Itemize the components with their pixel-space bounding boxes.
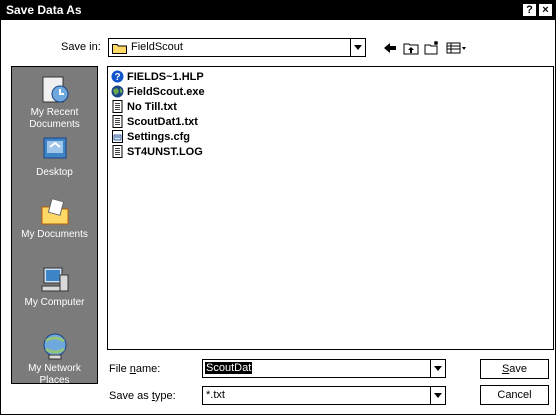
file-name-label: File name: bbox=[109, 363, 160, 375]
view-menu-icon[interactable] bbox=[446, 41, 468, 55]
label-part: ype: bbox=[154, 390, 176, 402]
save-in-value: FieldScout bbox=[131, 41, 183, 53]
label-part: File bbox=[109, 363, 130, 375]
label-part: ame: bbox=[135, 363, 161, 375]
svg-text:?: ? bbox=[114, 72, 120, 83]
network-places-icon bbox=[43, 333, 66, 360]
list-item[interactable]: ? FIELDS~1.HLP bbox=[111, 70, 204, 84]
chevron-down-icon[interactable] bbox=[350, 39, 365, 56]
save-in-label: Save in: bbox=[61, 41, 101, 53]
file-name-field[interactable]: ScoutDat bbox=[202, 359, 446, 378]
close-button[interactable]: × bbox=[538, 3, 553, 17]
place-desktop[interactable]: Desktop bbox=[12, 135, 97, 179]
list-item[interactable]: Settings.cfg bbox=[111, 130, 190, 144]
cancel-button[interactable]: Cancel bbox=[480, 385, 549, 405]
app-globe-icon bbox=[111, 85, 124, 98]
place-label: My Recent Documents bbox=[29, 107, 80, 130]
file-name: FieldScout.exe bbox=[127, 86, 205, 98]
chevron-down-icon[interactable] bbox=[430, 387, 445, 404]
file-list[interactable]: ? FIELDS~1.HLP FieldScout.exe No Till.tx… bbox=[107, 66, 554, 350]
desktop-icon bbox=[43, 137, 66, 159]
text-file-icon bbox=[112, 100, 123, 113]
list-item[interactable]: No Till.txt bbox=[111, 100, 177, 114]
recent-documents-icon bbox=[42, 76, 68, 103]
new-folder-icon[interactable] bbox=[424, 41, 440, 55]
save-label: ave bbox=[509, 363, 528, 375]
file-name: ST4UNST.LOG bbox=[127, 146, 203, 158]
file-name: Settings.cfg bbox=[127, 131, 190, 143]
label-part: Save as bbox=[109, 390, 152, 402]
my-documents-icon bbox=[41, 198, 68, 225]
list-item[interactable]: ScoutDat1.txt bbox=[111, 115, 198, 129]
help-file-icon: ? bbox=[111, 70, 124, 83]
folder-icon bbox=[112, 44, 127, 54]
config-file-icon bbox=[112, 130, 123, 143]
save-as-type-label: Save as type: bbox=[109, 390, 176, 402]
list-item[interactable]: ST4UNST.LOG bbox=[111, 145, 203, 159]
file-name: FIELDS~1.HLP bbox=[127, 71, 204, 83]
list-item[interactable]: FieldScout.exe bbox=[111, 85, 205, 99]
places-bar: My Recent Documents Desktop My Documents bbox=[11, 66, 98, 387]
file-name-value: ScoutDat bbox=[205, 362, 253, 374]
save-as-type-value: *.txt bbox=[206, 389, 225, 401]
dialog-title: Save Data As bbox=[6, 3, 82, 17]
up-folder-icon[interactable] bbox=[403, 41, 419, 55]
place-label: My Network Places bbox=[28, 363, 81, 386]
place-label: Desktop bbox=[36, 167, 73, 178]
place-network-places[interactable]: My Network Places bbox=[12, 331, 97, 387]
back-arrow-icon[interactable] bbox=[382, 41, 398, 55]
save-button[interactable]: Save bbox=[480, 359, 549, 379]
help-button[interactable]: ? bbox=[522, 3, 537, 17]
text-file-icon bbox=[112, 115, 123, 128]
file-name: ScoutDat1.txt bbox=[127, 116, 198, 128]
title-bar: Save Data As ? × bbox=[1, 1, 555, 20]
place-my-documents[interactable]: My Documents bbox=[12, 197, 97, 241]
place-label: My Computer bbox=[24, 297, 85, 308]
my-computer-icon bbox=[41, 267, 68, 292]
place-my-computer[interactable]: My Computer bbox=[12, 265, 97, 309]
text-file-icon bbox=[112, 145, 123, 158]
place-recent-documents[interactable]: My Recent Documents bbox=[12, 75, 97, 131]
place-label: My Documents bbox=[21, 229, 88, 240]
save-dialog: Save Data As ? × Save in: FieldScout My … bbox=[0, 0, 556, 415]
file-name: No Till.txt bbox=[127, 101, 177, 113]
save-as-type-select[interactable]: *.txt bbox=[202, 386, 446, 405]
chevron-down-icon[interactable] bbox=[430, 360, 445, 377]
save-in-combo[interactable]: FieldScout bbox=[108, 38, 366, 57]
